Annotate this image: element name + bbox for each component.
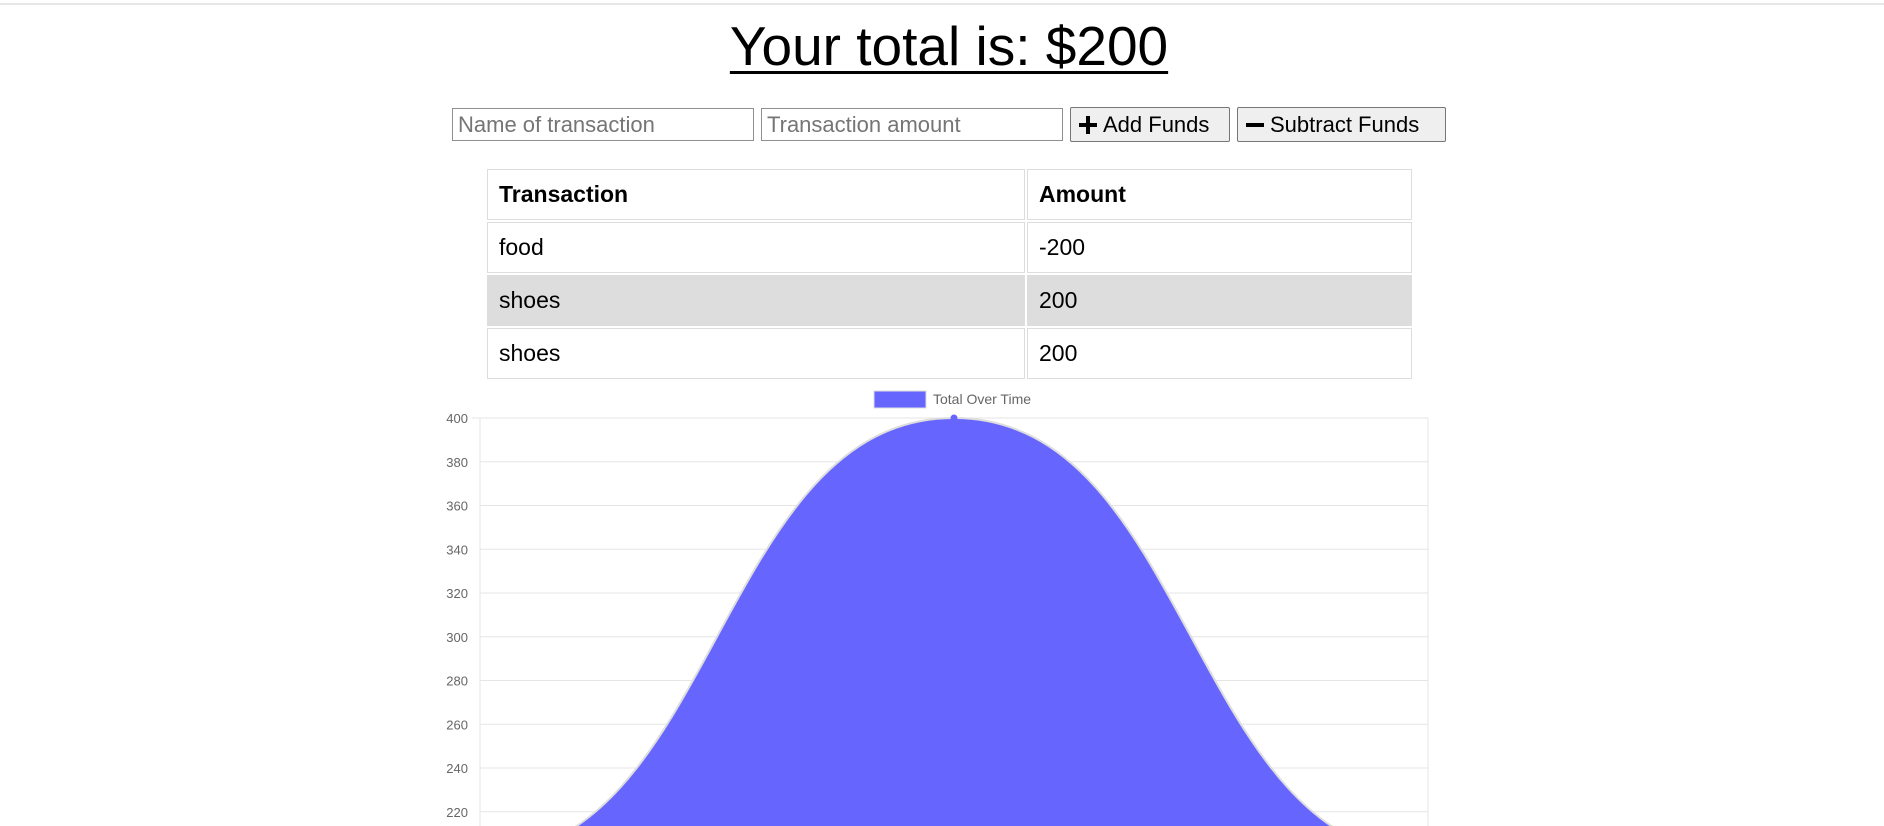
y-tick-label: 400 — [446, 411, 468, 426]
y-tick-label: 220 — [446, 805, 468, 820]
series-area — [480, 418, 1428, 826]
data-point — [950, 414, 958, 422]
legend-label: Total Over Time — [933, 391, 1031, 407]
transaction-amount-cell: -200 — [1027, 222, 1412, 273]
subtract-funds-button[interactable]: Subtract Funds — [1237, 107, 1446, 142]
chart-canvas: 220 240 260 280 300 320 340 360 380 400 Total Over… — [446, 390, 1429, 826]
y-tick-label: 240 — [446, 761, 468, 776]
transaction-amount-cell: 200 — [1027, 328, 1412, 379]
transaction-amount-input[interactable] — [761, 108, 1063, 141]
y-tick-label: 280 — [446, 674, 468, 689]
transactions-table: Transaction Amount food -200 shoes 200 s… — [485, 167, 1414, 381]
transaction-name-cell: shoes — [487, 275, 1025, 326]
minus-icon — [1246, 116, 1264, 134]
y-tick-label: 380 — [446, 455, 468, 470]
table-header-row: Transaction Amount — [487, 169, 1412, 220]
transaction-form: Add Funds Subtract Funds — [452, 106, 1453, 143]
y-tick-label: 360 — [446, 499, 468, 514]
subtract-funds-label: Subtract Funds — [1270, 111, 1420, 137]
table-row: shoes 200 — [487, 328, 1412, 379]
top-divider — [0, 3, 1884, 5]
y-tick-label: 320 — [446, 586, 468, 601]
transaction-name-cell: shoes — [487, 328, 1025, 379]
y-tick-label: 260 — [446, 717, 468, 732]
amount-column-header: Amount — [1027, 169, 1412, 220]
transaction-name-input[interactable] — [452, 108, 754, 141]
transaction-amount-cell: 200 — [1027, 275, 1412, 326]
add-funds-label: Add Funds — [1103, 111, 1210, 137]
transaction-column-header: Transaction — [487, 169, 1025, 220]
y-tick-label: 340 — [446, 542, 468, 557]
y-tick-label: 300 — [446, 630, 468, 645]
legend-swatch — [873, 390, 927, 409]
plus-icon — [1079, 115, 1097, 134]
add-funds-button[interactable]: Add Funds — [1070, 107, 1230, 142]
table-row: food -200 — [487, 222, 1412, 273]
total-over-time-chart: 220 240 260 280 300 320 340 360 380 400 Total Over… — [420, 380, 1440, 826]
transaction-name-cell: food — [487, 222, 1025, 273]
total-heading: Your total is: $200 — [729, 15, 1169, 77]
table-row: shoes 200 — [487, 275, 1412, 326]
